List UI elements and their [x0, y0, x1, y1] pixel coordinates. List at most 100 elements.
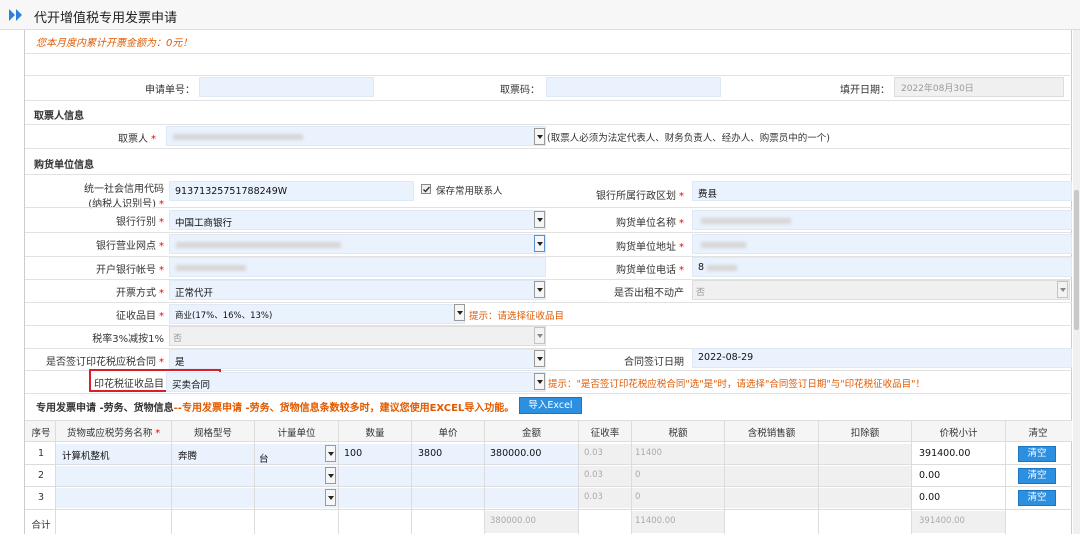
- buyer-name-label: 购货单位名称 *: [616, 218, 684, 229]
- save-contact-checkbox[interactable]: [421, 184, 431, 194]
- row-name-input[interactable]: 计算机整机: [56, 444, 171, 464]
- row-no: 3: [37, 492, 45, 503]
- stamp-item-select[interactable]: 买卖合同: [166, 372, 546, 392]
- bank-type-select[interactable]: 中国工商银行: [169, 210, 546, 230]
- row-price-value: 3800: [418, 448, 443, 459]
- contract-date-value: 2022-08-29: [698, 352, 754, 363]
- stamp-contract-value: 是: [175, 357, 185, 368]
- row-unit-dropdown-icon[interactable]: [325, 445, 336, 462]
- row-rate-value: 0.03: [584, 492, 603, 502]
- checkmark-icon: [423, 186, 431, 193]
- row-qty-input[interactable]: [339, 488, 411, 508]
- import-excel-button[interactable]: 导入Excel: [519, 397, 582, 414]
- row-tax: 0: [632, 466, 724, 486]
- taker-dropdown-icon[interactable]: [534, 128, 545, 145]
- stamp-contract-dropdown-icon[interactable]: [534, 350, 545, 367]
- clear-row-button[interactable]: 清空: [1018, 490, 1056, 506]
- item-select[interactable]: 商业(17%、16%、13%): [169, 304, 465, 324]
- bank-type-label: 银行行别 *: [116, 217, 164, 228]
- row-name-value: 计算机整机: [62, 451, 110, 462]
- page-title: 代开增值税专用发票申请: [34, 11, 178, 26]
- stamp-item-dropdown-icon[interactable]: [534, 373, 545, 390]
- row-spec-input[interactable]: [172, 466, 254, 486]
- pickup-code-field[interactable]: [546, 77, 721, 97]
- row-price-input[interactable]: 3800: [412, 444, 484, 464]
- row-qty-input[interactable]: [339, 466, 411, 486]
- clear-row-button[interactable]: 清空: [1018, 468, 1056, 484]
- buyer-phone-prefix: 8: [698, 262, 705, 273]
- method-value: 正常代开: [175, 288, 214, 299]
- row-subtotal: 0.00: [912, 466, 1005, 486]
- buyer-phone-label: 购货单位电话 *: [616, 265, 684, 276]
- item-dropdown-icon[interactable]: [454, 304, 465, 321]
- row-amount-input[interactable]: 380000.00: [485, 444, 578, 464]
- clear-row-button[interactable]: 清空: [1018, 446, 1056, 462]
- buyer-addr-label: 购货单位地址 *: [616, 242, 684, 253]
- buyer-phone-field[interactable]: 8: [692, 257, 1072, 277]
- account-field[interactable]: [169, 257, 546, 277]
- taker-note: (取票人必须为法定代表人、财务负责人、经办人、购票员中的一个): [547, 133, 830, 144]
- row-no: 1: [37, 448, 45, 459]
- row-name-input[interactable]: [56, 466, 171, 486]
- row-amount-input[interactable]: [485, 466, 578, 486]
- bank-branch-dropdown-icon[interactable]: [534, 235, 545, 252]
- table-row: 2 0.03 0 0.00 清空: [25, 465, 1072, 487]
- method-dropdown-icon[interactable]: [534, 281, 545, 298]
- total-tax-value: 11400.00: [635, 516, 676, 526]
- rent-select: 否: [692, 280, 1070, 300]
- total-tax: 11400.00: [632, 511, 724, 533]
- row-deduct: [819, 444, 911, 464]
- bank-type-value: 中国工商银行: [175, 218, 233, 229]
- apply-no-label: 申请单号：: [145, 85, 195, 96]
- rate-value: 否: [173, 334, 183, 344]
- goods-section-title: 专用发票申请 -劳务、货物信息--专用发票申请 -劳务、货物信息条数较多时，建议…: [36, 403, 515, 414]
- contract-date-field[interactable]: 2022-08-29: [692, 348, 1072, 368]
- taker-label: 取票人 *: [118, 134, 156, 145]
- stamp-contract-select[interactable]: 是: [169, 349, 546, 369]
- row-tax-value: 0: [635, 470, 641, 480]
- pickup-code-label: 取票码：: [500, 85, 540, 96]
- method-select[interactable]: 正常代开: [169, 280, 546, 300]
- rate-label: 税率3%减按1%: [92, 334, 164, 345]
- bank-type-dropdown-icon[interactable]: [534, 211, 545, 228]
- buyer-name-field[interactable]: [692, 210, 1072, 230]
- bank-region-field[interactable]: 费县: [692, 181, 1072, 201]
- row-tax-value: 11400: [635, 448, 663, 458]
- bank-region-label: 银行所属行政区划 *: [596, 191, 684, 202]
- row-taxincl: [725, 444, 818, 464]
- total-subtotal: 391400.00: [912, 511, 1005, 533]
- stamp-item-label: 印花税征收品目: [94, 379, 164, 390]
- buyer-addr-field[interactable]: [692, 234, 1072, 254]
- row-spec-input[interactable]: [172, 488, 254, 508]
- credit-code-value: 91371325751788249W: [175, 186, 288, 197]
- table-total-row: 合计 380000.00 11400.00 391400.00: [25, 510, 1072, 534]
- fill-date-label: 填开日期：: [840, 85, 890, 96]
- row-rate: 0.03: [579, 488, 631, 508]
- scrollbar-thumb[interactable]: [1074, 190, 1079, 330]
- credit-code-field[interactable]: 91371325751788249W: [169, 181, 414, 201]
- rent-label: 是否出租不动产: [614, 288, 684, 299]
- bank-region-value: 费县: [698, 189, 718, 200]
- row-amount-input[interactable]: [485, 488, 578, 508]
- row-subtotal-value: 0.00: [919, 470, 941, 481]
- rate-dropdown-icon: [534, 327, 545, 344]
- row-rate: 0.03: [579, 466, 631, 486]
- item-label: 征收品目 *: [116, 311, 164, 322]
- row-unit-dropdown-icon[interactable]: [325, 467, 336, 484]
- bank-branch-select[interactable]: [169, 234, 546, 254]
- row-name-input[interactable]: [56, 488, 171, 508]
- taker-select[interactable]: [166, 126, 546, 146]
- row-price-input[interactable]: [412, 466, 484, 486]
- rent-dropdown-icon: [1057, 281, 1068, 298]
- row-unit-dropdown-icon[interactable]: [325, 489, 336, 506]
- row-spec-input[interactable]: 奔腾: [172, 444, 254, 464]
- row-price-input[interactable]: [412, 488, 484, 508]
- total-amount-value: 380000.00: [490, 516, 536, 526]
- row-qty-input[interactable]: 100: [339, 444, 411, 464]
- bank-branch-label: 银行营业网点 *: [96, 241, 164, 252]
- stamp-contract-label: 是否签订印花税应税合同 *: [46, 357, 164, 368]
- apply-no-field[interactable]: [199, 77, 374, 97]
- row-amount-value: 380000.00: [490, 448, 542, 459]
- section-buyer: 购货单位信息: [34, 160, 94, 171]
- fill-date-field: 2022年08月30日: [894, 77, 1064, 97]
